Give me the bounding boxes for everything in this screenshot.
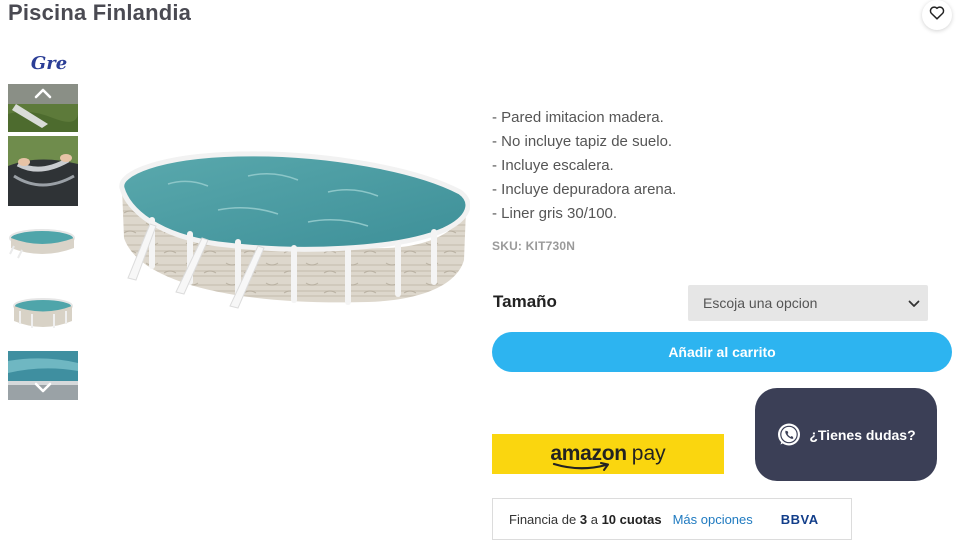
chevron-down-icon [34, 380, 52, 398]
chevron-up-icon [34, 86, 52, 104]
thumbnail-4[interactable] [8, 291, 78, 335]
whatsapp-icon [776, 422, 802, 448]
pay-word: pay [631, 442, 666, 465]
size-label: Tamaño [493, 292, 557, 311]
brand-logo: Gre [30, 52, 68, 74]
thumbnail-2[interactable] [8, 136, 78, 206]
whatsapp-chat-button[interactable]: ¿Tienes dudas? [755, 388, 937, 481]
description-line: - Pared imitacion madera. [492, 109, 664, 126]
product-main-image [98, 140, 471, 325]
amazon-logo: amazon [550, 442, 627, 471]
heart-icon [929, 5, 945, 25]
thumbnail-gallery [8, 84, 80, 400]
amazon-pay-button[interactable]: amazon pay [492, 434, 724, 474]
size-select-value: Escoja una opcion [703, 295, 818, 311]
financing-max: 10 [601, 511, 617, 527]
financing-prefix: Financia de [509, 511, 577, 527]
financing-box: Financia de 3 a 10 cuotas Más opciones B… [492, 498, 852, 540]
add-to-cart-button[interactable]: Añadir al carrito [492, 332, 952, 372]
description-line: - No incluye tapiz de suelo. [492, 133, 673, 150]
financing-min: 3 [579, 511, 588, 527]
thumbnail-3[interactable] [8, 222, 78, 262]
product-description: - Pared imitacion madera. - No incluye t… [492, 106, 676, 226]
whatsapp-chat-label: ¿Tienes dudas? [809, 426, 916, 443]
product-sku: SKU: KIT730N [492, 239, 576, 253]
more-options-link[interactable]: Más opciones [673, 512, 753, 527]
thumbnail-next-button[interactable] [8, 378, 78, 400]
chevron-down-icon [908, 295, 920, 311]
page-title: Piscina Finlandia [8, 0, 192, 25]
financing-unit: cuotas [619, 511, 662, 527]
thumbnail-prev-button[interactable] [8, 84, 78, 106]
description-line: - Incluye depuradora arena. [492, 181, 677, 198]
description-line: - Liner gris 30/100. [492, 205, 618, 222]
bbva-logo: BBVA [780, 511, 819, 527]
size-select[interactable]: Escoja una opcion [688, 285, 928, 321]
description-line: - Incluye escalera. [492, 157, 614, 174]
wishlist-button[interactable] [922, 0, 952, 30]
financing-connector: a [590, 511, 598, 527]
